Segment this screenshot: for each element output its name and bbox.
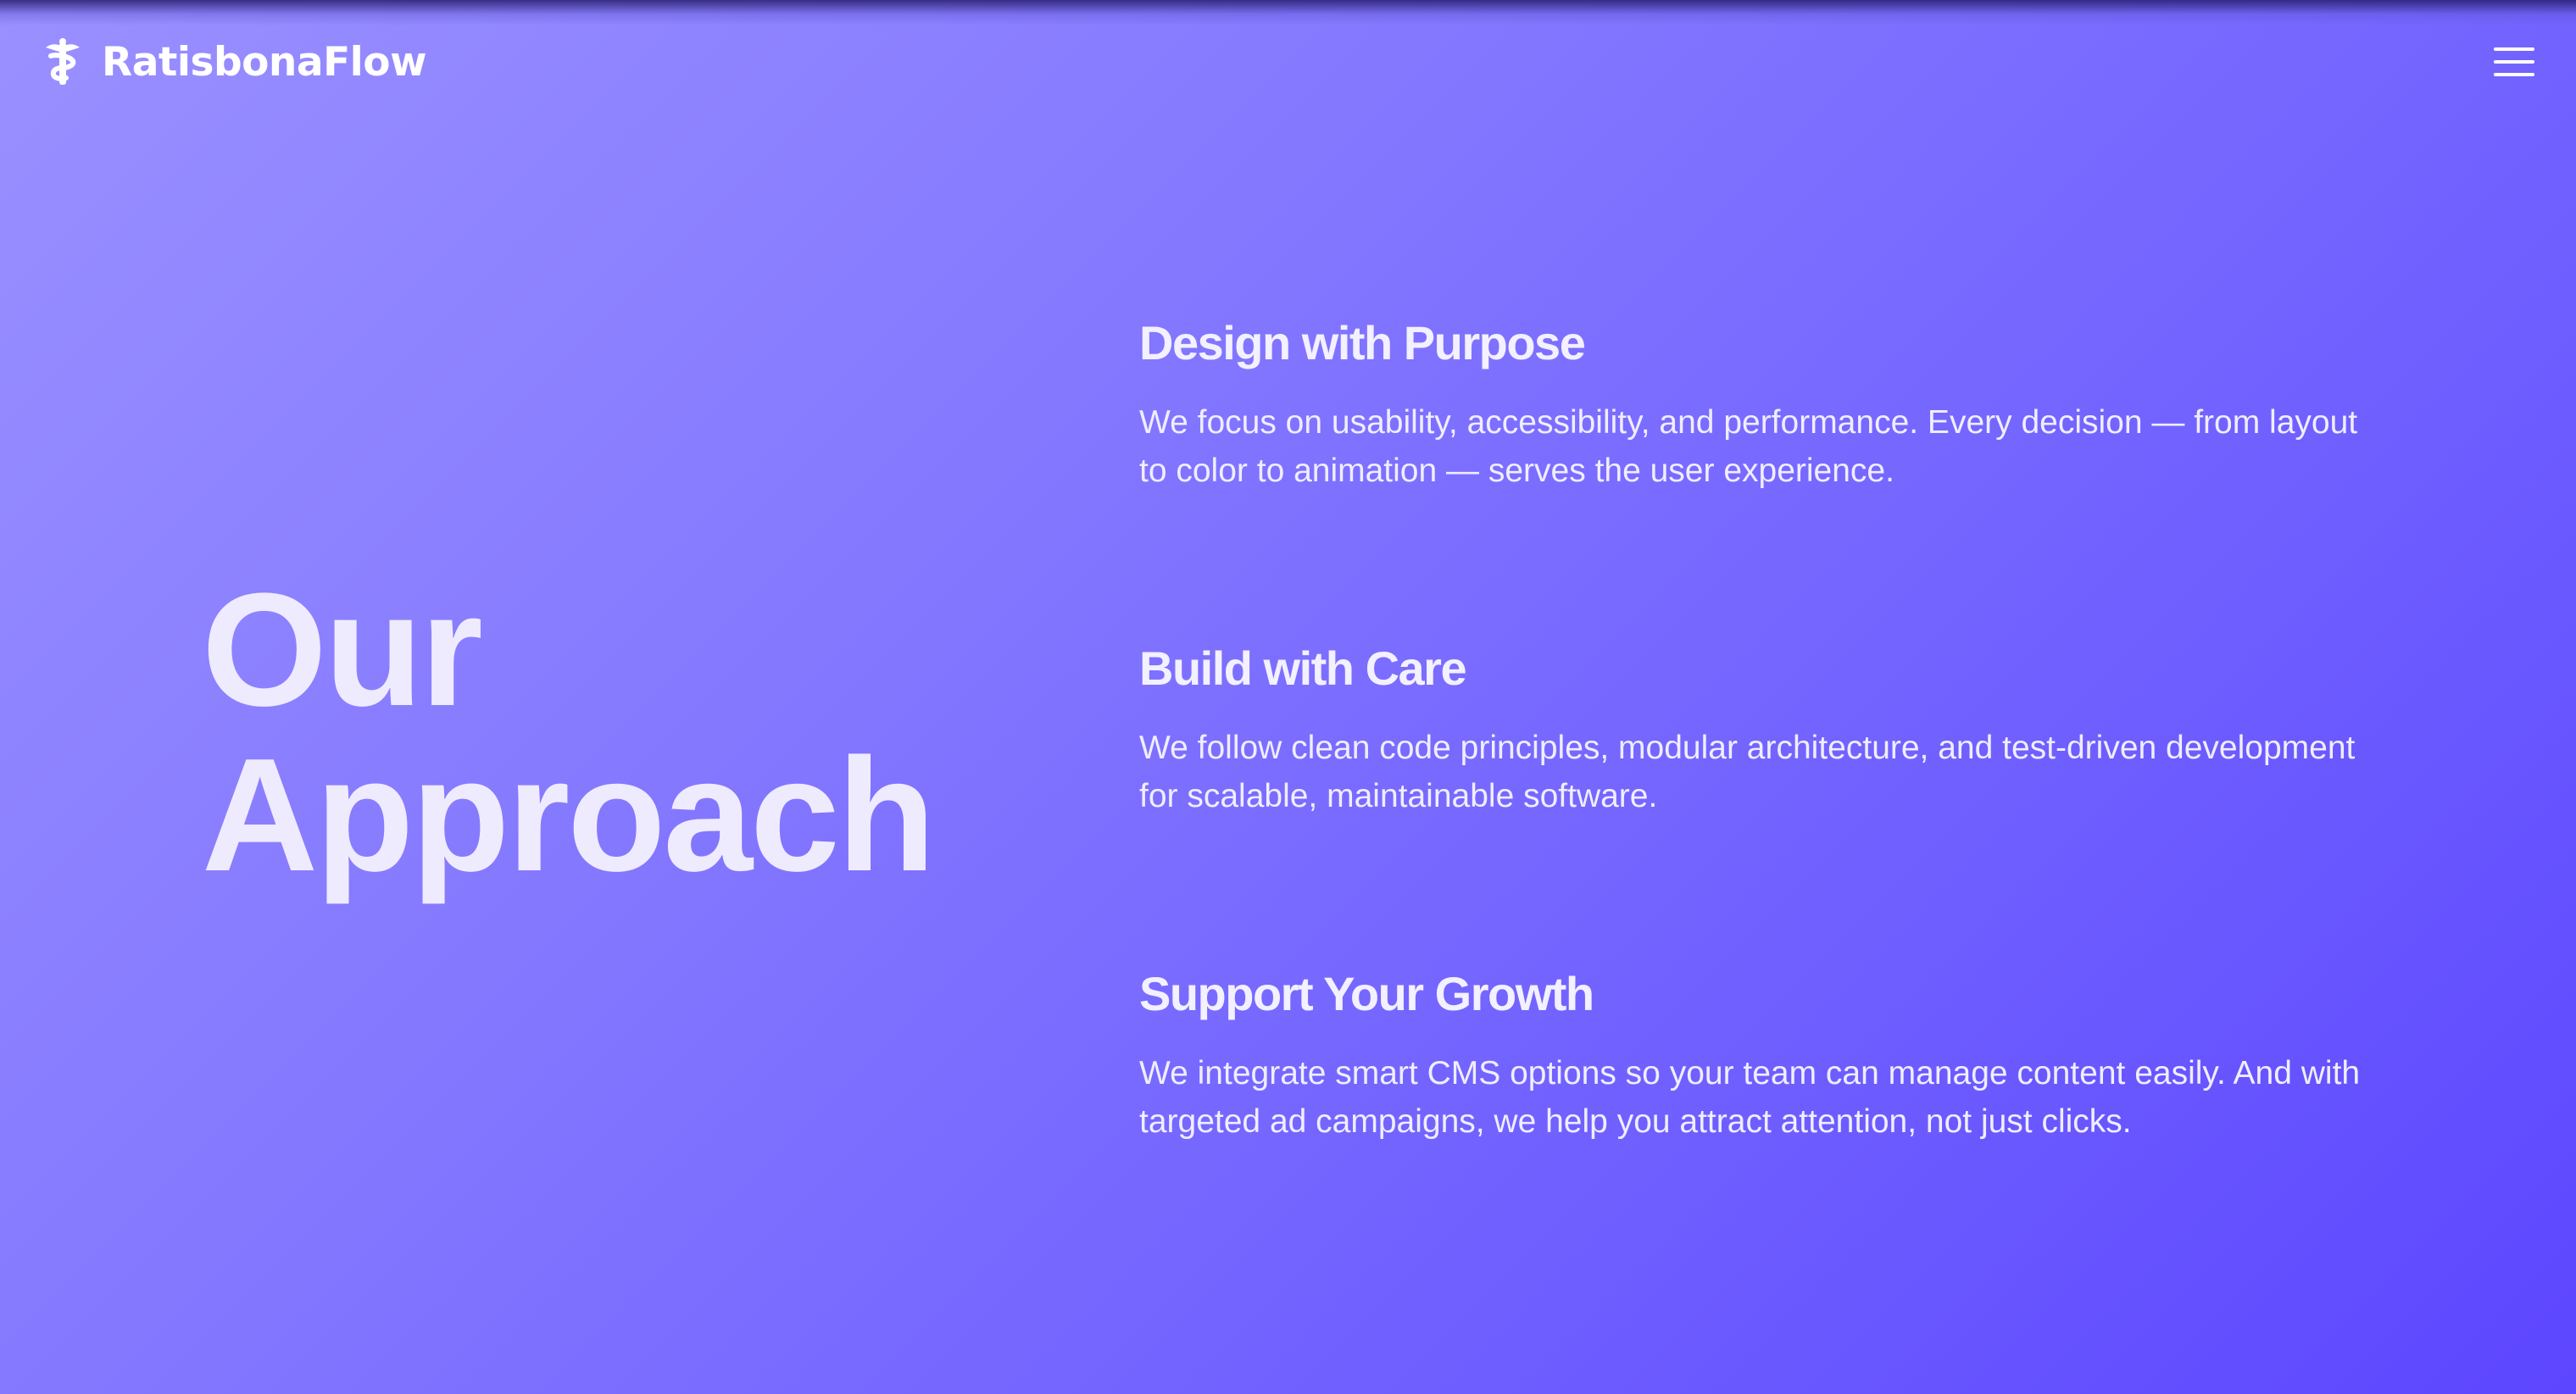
approach-item-support: Support Your Growth We integrate smart C… [1139, 964, 2377, 1146]
approach-heading: Design with Purpose [1139, 316, 1586, 369]
site-header: RatisbonaFlow [0, 0, 2576, 123]
approach-item-build: Build with Care We follow clean code pri… [1139, 639, 2377, 820]
brand-name: RatisbonaFlow [102, 38, 427, 86]
approach-description: We integrate smart CMS options so your t… [1139, 1055, 2361, 1140]
approach-description: We follow clean code principles, modular… [1139, 730, 2356, 814]
hamburger-menu-icon [2494, 47, 2534, 76]
approach-heading: Build with Care [1139, 641, 1467, 695]
brand-logo-link[interactable]: RatisbonaFlow [41, 32, 427, 92]
approach-heading: Support Your Growth [1139, 967, 1594, 1020]
caduceus-icon [46, 38, 80, 85]
section-title-line-1: Our [202, 560, 483, 740]
menu-button[interactable] [2487, 36, 2540, 88]
approach-item-design: Design with Purpose We focus on usabilit… [1139, 314, 2377, 495]
section-title: Our Approach [202, 568, 1049, 898]
section-title-line-2: Approach [202, 725, 936, 905]
approach-description: We focus on usability, accessibility, an… [1139, 404, 2358, 489]
